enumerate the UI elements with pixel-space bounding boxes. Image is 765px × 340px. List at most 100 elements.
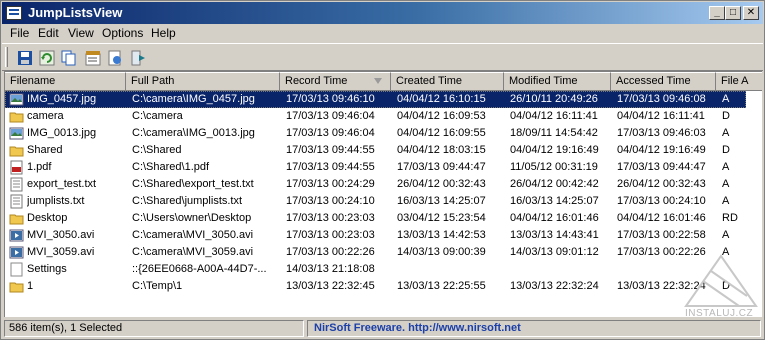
cell-created-time: 26/04/12 00:32:43	[397, 178, 486, 190]
column-header-label: Filename	[10, 75, 56, 87]
cell-full-path: C:\Shared\jumplists.txt	[132, 195, 243, 207]
cell-accessed-time: 17/03/13 09:46:03	[617, 127, 706, 139]
cell-created-time: 03/04/12 15:23:54	[397, 212, 486, 224]
cell-modified-time: 18/09/11 14:54:42	[510, 127, 598, 139]
cell-file-attributes: A	[722, 127, 730, 139]
cell-full-path: C:\Shared\export_test.txt	[132, 178, 254, 190]
cell-created-time: 04/04/12 16:09:55	[397, 127, 486, 139]
nirsoft-link[interactable]: NirSoft Freeware. http://www.nirsoft.net	[314, 322, 521, 334]
column-header-record-time[interactable]: Record Time	[280, 72, 391, 91]
properties-button[interactable]	[82, 47, 104, 69]
folder-icon	[9, 279, 24, 294]
cell-filename: MVI_3050.avi	[27, 229, 95, 241]
html-report-button[interactable]	[104, 47, 126, 69]
toolbar-grip[interactable]	[5, 47, 8, 67]
table-row[interactable]: 1.pdf C:\Shared\1.pdf 17/03/13 09:44:55 17/…	[5, 159, 762, 176]
jumplist-table[interactable]: Filename Full Path Record Time Created Time…	[4, 71, 762, 317]
column-header-label: Accessed Time	[616, 75, 691, 87]
column-header-label: Record Time	[285, 75, 348, 87]
cell-file-attributes: D	[722, 110, 730, 122]
cell-modified-time: 16/03/13 14:25:07	[510, 195, 599, 207]
text-file-icon	[9, 177, 24, 192]
save-icon	[18, 51, 32, 65]
cell-file-attributes: A	[722, 195, 730, 207]
cell-record-time: 14/03/13 21:18:08	[286, 263, 375, 275]
maximize-button[interactable]: □	[725, 6, 741, 20]
close-button[interactable]: ✕	[743, 6, 759, 20]
cell-full-path: C:\camera\IMG_0013.jpg	[132, 127, 255, 139]
video-file-icon	[9, 245, 24, 260]
app-window: JumpListsView _ □ ✕ File Edit View Optio…	[0, 0, 765, 340]
cell-created-time	[397, 261, 502, 278]
cell-filename: 1	[27, 280, 34, 292]
exit-button[interactable]	[128, 47, 150, 69]
cell-full-path: C:\camera\MVI_3059.avi	[132, 246, 254, 258]
table-row[interactable]: jumplists.txt C:\Shared\jumplists.txt 17/0…	[5, 193, 762, 210]
menu-edit[interactable]: Edit	[38, 26, 59, 40]
column-header-label: Full Path	[131, 75, 175, 87]
cell-filename: Settings	[27, 263, 67, 275]
sort-descending-icon	[374, 78, 382, 84]
folder-icon	[9, 143, 24, 158]
table-row[interactable]: IMG_0457.jpg C:\camera\IMG_0457.jpg 17/03/…	[5, 91, 762, 108]
column-header-label: Modified Time	[509, 75, 578, 87]
column-header-label: Created Time	[396, 75, 463, 87]
text-file-icon	[9, 194, 24, 209]
column-header-modified-time[interactable]: Modified Time	[504, 72, 611, 91]
save-button[interactable]	[14, 47, 36, 69]
cell-record-time: 17/03/13 00:22:26	[286, 246, 375, 258]
cell-file-attributes: A	[722, 229, 730, 241]
cell-record-time: 17/03/13 09:46:04	[286, 110, 375, 122]
cell-record-time: 17/03/13 09:46:04	[286, 127, 375, 139]
blank-file-icon	[9, 262, 24, 277]
table-row[interactable]: camera C:\camera 17/03/13 09:46:04 04/04/12…	[5, 108, 762, 125]
cell-record-time: 13/03/13 22:32:45	[286, 280, 375, 292]
table-row[interactable]: Settings::{26EE0668-A00A-44D7-... 14/03/1…	[5, 261, 762, 278]
table-row[interactable]: export_test.txt C:\Shared\export_test.txt…	[5, 176, 762, 193]
column-header-file-a[interactable]: File A	[716, 72, 762, 91]
app-icon	[6, 6, 22, 20]
table-row[interactable]: IMG_0013.jpg C:\camera\IMG_0013.jpg 17/03/…	[5, 125, 762, 142]
menu-view[interactable]: View	[68, 26, 94, 40]
copy-icon	[61, 50, 76, 66]
menu-help[interactable]: Help	[151, 26, 176, 40]
status-credit[interactable]: NirSoft Freeware. http://www.nirsoft.net	[307, 320, 761, 337]
cell-created-time: 16/03/13 14:25:07	[397, 195, 486, 207]
minimize-button[interactable]: _	[709, 6, 725, 20]
cell-modified-time: 04/04/12 16:11:41	[510, 110, 598, 122]
cell-accessed-time: 04/04/12 19:16:49	[617, 144, 706, 156]
menu-options[interactable]: Options	[102, 26, 143, 40]
cell-filename: export_test.txt	[27, 178, 97, 190]
table-row[interactable]: Desktop C:\Users\owner\Desktop 17/03/13 00…	[5, 210, 762, 227]
column-header-filename[interactable]: Filename	[5, 72, 126, 91]
table-row[interactable]: Shared C:\Shared 17/03/13 09:44:55 04/04/12…	[5, 142, 762, 159]
table-row[interactable]: MVI_3050.avi C:\camera\MVI_3050.avi 17/03/…	[5, 227, 762, 244]
title-bar[interactable]: JumpListsView _ □ ✕	[2, 2, 763, 24]
refresh-button[interactable]	[36, 47, 58, 69]
copy-button[interactable]	[58, 47, 80, 69]
cell-record-time: 17/03/13 00:24:29	[286, 178, 375, 190]
cell-modified-time: 26/10/11 20:49:26	[510, 93, 598, 105]
cell-created-time: 13/03/13 14:42:53	[397, 229, 486, 241]
status-item-count: 586 item(s), 1 Selected	[4, 320, 304, 337]
column-header-full-path[interactable]: Full Path	[126, 72, 280, 91]
cell-accessed-time: 17/03/13 00:22:58	[617, 229, 706, 241]
cell-modified-time: 13/03/13 22:32:24	[510, 280, 599, 292]
cell-accessed-time: 04/04/12 16:11:41	[617, 110, 705, 122]
column-header-accessed-time[interactable]: Accessed Time	[611, 72, 716, 91]
table-row[interactable]: 1 C:\Temp\1 13/03/13 22:32:45 13/03/13 22:2…	[5, 278, 762, 295]
cell-file-attributes: D	[722, 144, 730, 156]
image-file-icon	[9, 92, 24, 107]
exit-icon	[131, 50, 145, 66]
menu-file[interactable]: File	[10, 26, 29, 40]
cell-full-path: C:\camera\MVI_3050.avi	[132, 229, 254, 241]
cell-modified-time: 04/04/12 19:16:49	[510, 144, 599, 156]
html-report-icon	[108, 50, 121, 66]
folder-icon	[9, 109, 24, 124]
cell-modified-time	[510, 261, 609, 278]
cell-file-attributes: A	[722, 178, 730, 190]
properties-icon	[85, 51, 101, 66]
table-row[interactable]: MVI_3059.avi C:\camera\MVI_3059.avi 17/03/…	[5, 244, 762, 261]
column-header-created-time[interactable]: Created Time	[391, 72, 504, 91]
cell-modified-time: 26/04/12 00:42:42	[510, 178, 599, 190]
